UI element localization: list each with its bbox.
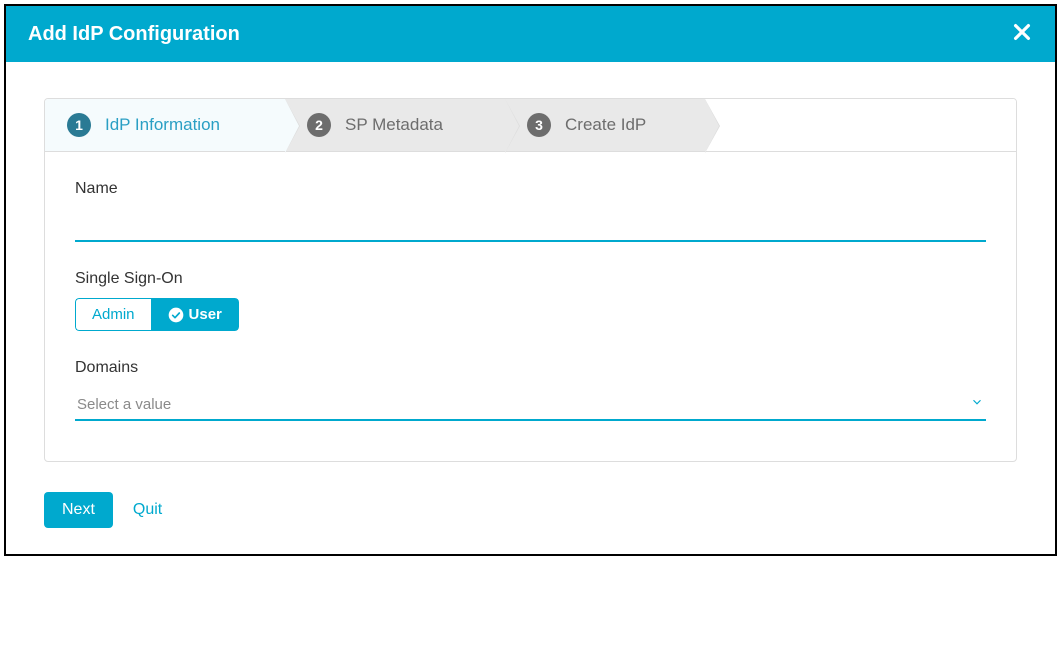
sso-group: Single Sign-On Admin <box>75 270 986 331</box>
domains-label: Domains <box>75 359 986 377</box>
sso-admin-label: Admin <box>92 306 135 323</box>
next-button[interactable]: Next <box>44 492 113 528</box>
check-circle-icon <box>168 307 184 323</box>
chevron-down-icon <box>970 395 984 413</box>
sso-admin-button[interactable]: Admin <box>75 298 151 331</box>
close-icon[interactable] <box>1011 20 1033 48</box>
quit-button[interactable]: Quit <box>133 501 162 519</box>
wizard-steps: 1 IdP Information 2 SP Metadata 3 Create… <box>45 99 1016 152</box>
step-spacer <box>705 99 1016 151</box>
domains-select[interactable]: Select a value <box>75 387 986 421</box>
modal-body: 1 IdP Information 2 SP Metadata 3 Create… <box>6 62 1055 472</box>
add-idp-modal: Add IdP Configuration 1 IdP Information … <box>4 4 1057 556</box>
domains-group: Domains Select a value <box>75 359 986 421</box>
step-label: IdP Information <box>105 115 220 135</box>
step-number-1: 1 <box>67 113 91 137</box>
step-number-3: 3 <box>527 113 551 137</box>
step-label: SP Metadata <box>345 115 443 135</box>
domains-placeholder: Select a value <box>77 396 171 413</box>
modal-header: Add IdP Configuration <box>6 6 1055 62</box>
modal-footer: Next Quit <box>6 472 1055 554</box>
sso-label: Single Sign-On <box>75 270 986 288</box>
form-body: Name Single Sign-On Admin <box>45 152 1016 461</box>
sso-toggle: Admin User <box>75 298 239 331</box>
name-group: Name <box>75 180 986 242</box>
step-label: Create IdP <box>565 115 646 135</box>
wizard-container: 1 IdP Information 2 SP Metadata 3 Create… <box>44 98 1017 462</box>
step-sp-metadata[interactable]: 2 SP Metadata <box>285 99 505 151</box>
step-create-idp[interactable]: 3 Create IdP <box>505 99 705 151</box>
sso-user-label: User <box>189 306 222 323</box>
sso-user-button[interactable]: User <box>151 298 239 331</box>
name-input[interactable] <box>75 208 986 242</box>
name-label: Name <box>75 180 986 198</box>
step-number-2: 2 <box>307 113 331 137</box>
step-idp-information[interactable]: 1 IdP Information <box>45 99 285 151</box>
modal-title: Add IdP Configuration <box>28 23 240 46</box>
